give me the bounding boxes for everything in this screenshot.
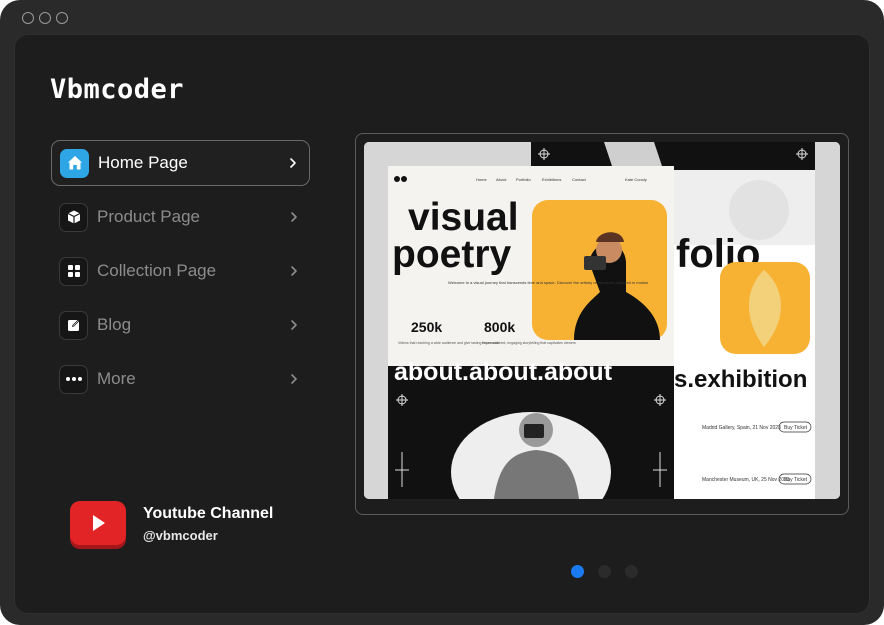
carousel-dot-2[interactable] [598,565,611,578]
preview-event-2: Manchester Museum, UK, 25 Nov 2023 [702,477,790,483]
youtube-logo[interactable] [70,501,126,545]
preview-ticket-2: Buy Ticket [784,477,808,483]
nav-item-collection-page[interactable]: Collection Page [51,248,310,294]
chevron-right-icon [290,158,296,168]
youtube-handle[interactable]: @vbmcoder [143,528,218,543]
nav-item-home-page[interactable]: Home Page [51,140,310,186]
nav-label: Blog [97,315,132,334]
carousel-dot-1[interactable] [571,565,584,578]
grid-icon [59,256,88,286]
preview-nav-about: About [496,177,507,182]
nav-label: Collection Page [97,261,217,280]
preview-stat-1: 250k [411,319,442,335]
nav-label: Home Page [98,153,188,172]
more-icon [59,364,88,394]
play-icon [93,515,105,531]
preview-nav-home: Home [476,177,487,182]
preview-event-1: Madrid Gallery, Spain, 21 Nov 2023 [702,425,781,431]
carousel-indicator [571,565,638,578]
preview-stat-2-text: Hours watched, engaging storytelling tha… [482,341,576,345]
window-maximize-button[interactable] [56,12,68,24]
website-mockup: folio s.exhibition Madrid Gallery, Spain… [364,142,840,499]
chevron-right-icon [291,266,297,276]
preview-image[interactable]: folio s.exhibition Madrid Gallery, Spain… [364,142,840,499]
carousel-dot-3[interactable] [625,565,638,578]
youtube-channel-title[interactable]: Youtube Channel [143,505,273,523]
preview-intro: Welcome to a visual journey that transce… [448,280,648,285]
sidebar-nav: Home Page Product Page Collection Page B… [51,140,310,410]
preview-nav-portfolio: Portfolio [516,177,531,182]
edit-icon [59,310,88,340]
nav-label: Product Page [97,207,201,226]
app-window: Vbmcoder Home Page Product Page Collecti… [0,0,884,625]
window-minimize-button[interactable] [39,12,51,24]
preview-nav-contact: Contact [572,177,587,182]
nav-item-product-page[interactable]: Product Page [51,194,310,240]
home-icon [60,148,89,178]
nav-label: More [97,369,136,388]
preview-nav-exhibitions: Exhibitions [542,177,561,182]
nav-item-blog[interactable]: Blog [51,302,310,348]
preview-exhibition-text: s.exhibition [674,366,807,393]
preview-headline-2: poetry [392,233,512,276]
chevron-right-icon [291,212,297,222]
preview-user: Kate Conoly [625,177,647,182]
chevron-right-icon [291,320,297,330]
box-icon [59,202,88,232]
chevron-right-icon [291,374,297,384]
window-controls [22,12,68,24]
preview-stat-2: 800k [484,319,515,335]
preview-ticket-1: Buy Ticket [784,425,808,431]
brand-title: Vbmcoder [50,74,185,105]
nav-item-more[interactable]: More [51,356,310,402]
preview-about-strip: about.about.about [394,358,613,386]
window-close-button[interactable] [22,12,34,24]
